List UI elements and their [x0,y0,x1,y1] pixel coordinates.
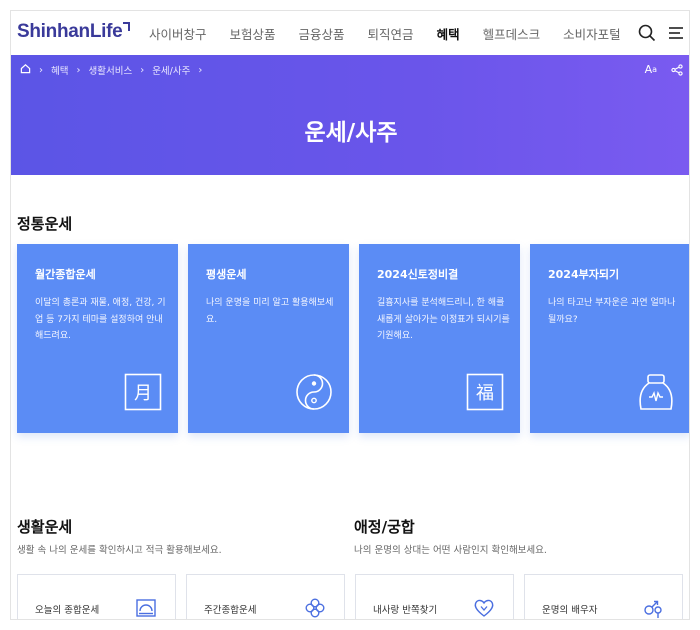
card-title: 평생운세 [206,268,247,281]
svg-text:月: 月 [134,383,152,404]
card-desc: 나의 타고난 부자운은 과연 얼마나 될까요? [548,298,676,325]
item-label: 주간종합운세 [204,605,257,616]
section-sub-life: 생활 속 나의 운세를 확인하시고 적극 활용해보세요. [17,545,222,556]
logo-mark-icon [123,22,131,31]
nav-item-helpdesk[interactable]: 헬프데스크 [483,24,541,43]
page-frame: ShinhanLife 사이버창구 보험상품 금융상품 퇴직연금 혜택 헬프데스… [10,10,690,620]
nav-item-insurance[interactable]: 보험상품 [230,24,276,43]
breadcrumb: › 혜택 › 생활서비스 › 운세/사주 › [20,63,210,77]
nav-item-finance[interactable]: 금융상품 [299,24,345,43]
item-today-fortune[interactable]: 오늘의 종합운세 [17,574,176,619]
chevron-right-icon: › [140,64,145,76]
card-monthly-fortune[interactable]: 월간종합운세 이달의 총론과 재물, 애정, 건강, 기업 등 7가지 테마를 … [17,244,178,433]
traditional-cards: 월간종합운세 이달의 총론과 재물, 애정, 건강, 기업 등 7가지 테마를 … [17,244,689,433]
breadcrumb-benefits[interactable]: 혜택 [51,63,68,77]
logo[interactable]: ShinhanLife [17,21,131,43]
item-label: 내사랑 반쪽찾기 [373,605,438,616]
card-title: 2024부자되기 [548,268,620,281]
section-sub-love: 나의 운명의 상대는 어떤 사람인지 확인해보세요. [354,545,547,556]
card-title: 2024신토정비결 [377,268,459,281]
home-icon[interactable] [20,63,31,77]
yin-yang-icon [295,373,333,411]
nav-item-pension[interactable]: 퇴직연금 [368,24,414,43]
item-destined-spouse[interactable]: 운명의 배우자 [524,574,683,619]
clover-icon [304,597,326,619]
share-icon[interactable] [671,63,683,76]
svg-text:福: 福 [476,383,494,404]
logo-text: ShinhanLife [17,21,123,42]
font-size-small: a [652,65,657,74]
page-title: 운세/사주 [304,120,398,146]
fortune-character-icon: 福 [466,373,504,411]
site-header: ShinhanLife 사이버창구 보험상품 금융상품 퇴직연금 혜택 헬프데스… [11,11,689,55]
card-title: 월간종합운세 [35,268,96,281]
couple-symbol-icon [642,597,664,619]
life-love-items: 오늘의 종합운세 주간종합운세 내사랑 반쪽찾기 운명의 배우자 [17,574,683,619]
breadcrumb-fortune[interactable]: 운세/사주 [152,63,190,77]
breadcrumb-life-service[interactable]: 생활서비스 [88,63,132,77]
card-desc: 길흉지사를 분석해드리니, 한 해를 새롭게 살아가는 이정표가 되시기를 기원… [377,298,510,341]
card-desc: 나의 운명을 미리 알고 활용해보세요. [206,298,334,325]
hero-tools: Aa [645,63,683,76]
nav-item-cyber[interactable]: 사이버창구 [149,24,207,43]
search-icon[interactable] [637,23,657,43]
chevron-right-icon: › [76,64,81,76]
nav-item-benefits[interactable]: 혜택 [437,24,460,43]
hamburger-menu-icon[interactable] [666,23,686,43]
card-desc: 이달의 총론과 재물, 애정, 건강, 기업 등 7가지 테마를 설정하여 안내… [35,298,166,341]
item-weekly-fortune[interactable]: 주간종합운세 [186,574,345,619]
chevron-right-icon: › [198,64,203,76]
font-size-button[interactable]: Aa [645,63,657,76]
section-title-love: 애정/궁합 [354,518,415,536]
card-tojeong-fortune[interactable]: 2024신토정비결 길흉지사를 분석해드리니, 한 해를 새롭게 살아가는 이정… [359,244,520,433]
section-title-life: 생활운세 [17,518,73,536]
item-label: 운명의 배우자 [542,605,598,616]
heart-icon [473,597,495,619]
item-label: 오늘의 종합운세 [35,605,100,616]
section-title-traditional: 정통운세 [17,215,73,233]
moon-character-icon: 月 [124,373,162,411]
card-become-rich[interactable]: 2024부자되기 나의 타고난 부자운은 과연 얼마나 될까요? [530,244,689,433]
item-find-soulmate[interactable]: 내사랑 반쪽찾기 [355,574,514,619]
font-size-label: A [644,63,653,76]
money-bag-icon [637,373,675,411]
main-nav: 사이버창구 보험상품 금융상품 퇴직연금 혜택 헬프데스크 소비자포털 [149,24,644,43]
chevron-right-icon: › [39,64,43,76]
hero-banner: › 혜택 › 생활서비스 › 운세/사주 › Aa 운세/사주 [11,55,689,175]
sunrise-icon [135,597,157,619]
nav-item-consumer[interactable]: 소비자포털 [563,24,621,43]
card-lifetime-fortune[interactable]: 평생운세 나의 운명을 미리 알고 활용해보세요. [188,244,349,433]
